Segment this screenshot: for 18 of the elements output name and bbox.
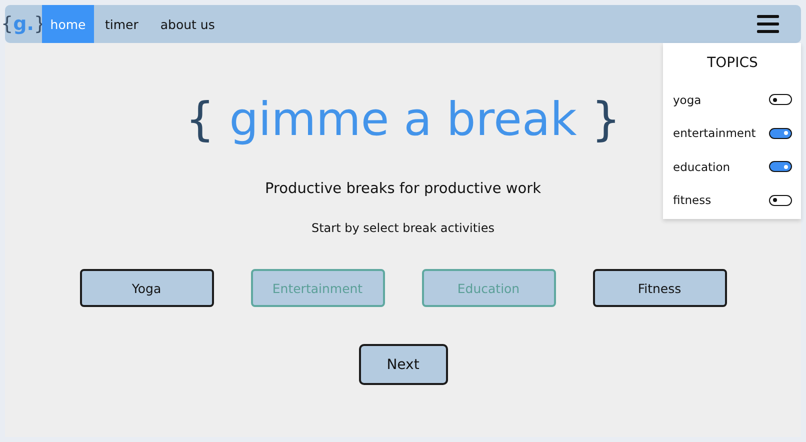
menu-title: TOPICS bbox=[706, 55, 759, 71]
next-button[interactable]: Next bbox=[358, 344, 448, 385]
activity-button[interactable]: Fitness bbox=[592, 269, 726, 307]
topic-toggle[interactable] bbox=[769, 194, 792, 206]
topic-label: fitness bbox=[673, 193, 712, 208]
topic-label: yoga bbox=[673, 92, 702, 107]
topic-toggle[interactable] bbox=[769, 128, 792, 139]
nav-link[interactable]: timer bbox=[94, 5, 150, 43]
topic-toggle[interactable] bbox=[769, 161, 792, 172]
menu-icon[interactable] bbox=[757, 15, 779, 33]
tagline: Productive breaks for productive work bbox=[265, 181, 541, 197]
hero-title: { gimme a break } bbox=[185, 91, 621, 148]
nav-link[interactable]: about us bbox=[149, 5, 226, 43]
instruction-text: Start by select break activities bbox=[311, 221, 495, 235]
topic-toggle[interactable] bbox=[769, 94, 792, 106]
activity-button[interactable]: Yoga bbox=[80, 269, 214, 307]
topic-label: entertainment bbox=[673, 126, 756, 140]
topic-label: education bbox=[673, 160, 730, 174]
